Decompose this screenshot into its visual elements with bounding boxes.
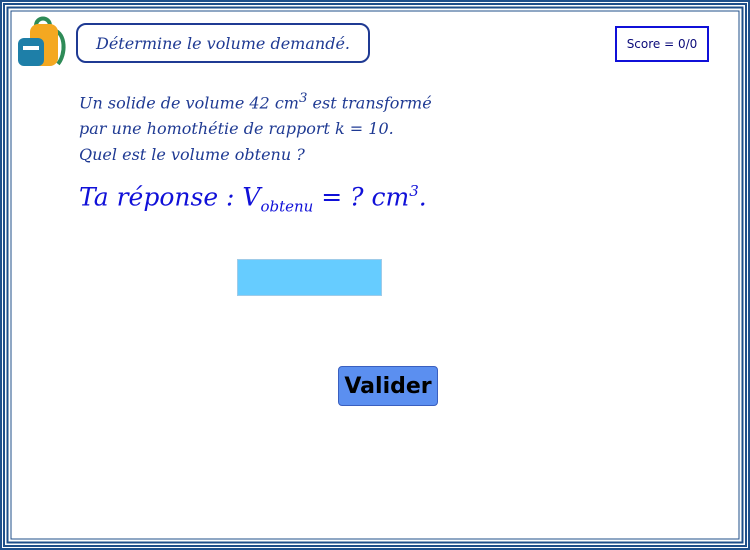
problem-statement: Un solide de volume 42 cm3 est transform… (79, 86, 499, 168)
problem-line-1-suffix: est transformé (307, 93, 432, 113)
backpack-icon (18, 16, 66, 66)
answer-prefix: Ta réponse : V (79, 182, 261, 212)
answer-prompt: Ta réponse : Vobtenu = ? cm3. (79, 182, 427, 215)
problem-line-1-text: Un solide de volume 42 cm (79, 93, 299, 113)
problem-line-2: par une homothétie de rapport k = 10. (79, 119, 394, 139)
answer-input[interactable] (237, 259, 382, 296)
problem-line-1: Un solide de volume 42 cm3 est transform… (79, 86, 499, 116)
score-box: Score = 0/0 (615, 26, 709, 62)
problem-line-3: Quel est le volume obtenu ? (79, 145, 305, 165)
answer-middle: = ? cm (313, 182, 410, 212)
app-frame: Détermine le volume demandé. Score = 0/0… (0, 0, 750, 550)
score-text: Score = 0/0 (626, 37, 698, 51)
validate-label: Valider (344, 373, 432, 399)
validate-button[interactable]: Valider (338, 366, 438, 406)
instruction-text: Détermine le volume demandé. (95, 33, 350, 53)
answer-subscript: obtenu (260, 197, 314, 216)
answer-suffix: . (418, 182, 427, 212)
instruction-box: Détermine le volume demandé. (76, 23, 370, 63)
answer-exponent: 3 (409, 182, 419, 200)
